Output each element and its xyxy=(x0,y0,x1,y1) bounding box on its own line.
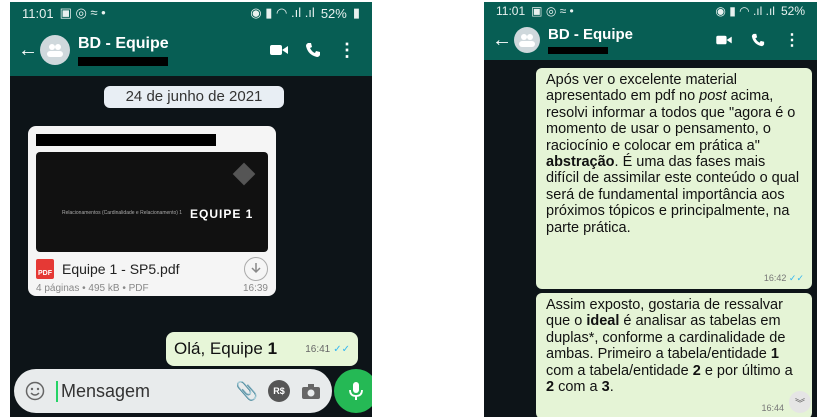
document-meta: 4 páginas • 495 kB • PDF xyxy=(36,283,149,294)
chat-title[interactable]: BD - Equipe xyxy=(548,26,707,43)
group-avatar[interactable] xyxy=(514,27,540,53)
document-file-row[interactable]: PDF Equipe 1 - SP5.pdf xyxy=(36,256,268,282)
outgoing-text: Olá, Equipe 1 xyxy=(174,339,278,358)
phone-call-icon[interactable] xyxy=(296,42,330,58)
redacted-subtitle xyxy=(548,47,608,54)
message-input-bar[interactable]: Mensagem 📎 R$ xyxy=(14,369,332,413)
read-checks-icon: ✓✓ xyxy=(333,343,350,355)
preview-small-text: Relacionamentos (Cardinalidade e Relacio… xyxy=(62,210,183,216)
payment-icon[interactable]: R$ xyxy=(268,380,290,402)
group-avatar[interactable] xyxy=(40,35,70,65)
scroll-down-icon[interactable]: ︾ xyxy=(789,391,811,413)
battery-icon: ▮ xyxy=(352,5,360,20)
left-phone-screen: 11:01 ▣ ◎ ≈ • ◉ ▮ ◠ .ıl .ıl 52% ▮ ← BD -… xyxy=(10,2,372,417)
phone-call-icon[interactable] xyxy=(741,33,775,47)
message-time: 16:42 xyxy=(763,272,787,283)
document-file-name: Equipe 1 - SP5.pdf xyxy=(62,261,180,277)
date-chip: 24 de junho de 2021 xyxy=(104,86,284,108)
message-input[interactable]: Mensagem xyxy=(56,380,226,402)
attach-clip-icon[interactable]: 📎 xyxy=(236,380,258,402)
notification-icons: ▣ ◎ ≈ • xyxy=(59,5,106,20)
document-preview[interactable]: Relacionamentos (Cardinalidade e Relacio… xyxy=(36,152,268,252)
signal-icons: ◉ ▮ ◠ .ıl .ıl xyxy=(250,5,315,20)
group-icon xyxy=(47,44,63,57)
status-bar: 11:01 ▣ ◎ ≈ • ◉ ▮ ◠ .ıl .ıl 52% xyxy=(484,2,817,20)
outgoing-message[interactable]: Olá, Equipe 1 16:41 ✓✓ xyxy=(166,332,358,366)
message-text: Após ver o excelente material apresentad… xyxy=(546,72,800,236)
status-time: 11:01 xyxy=(22,5,54,21)
chat-title[interactable]: BD - Equipe xyxy=(78,35,262,53)
read-checks-icon: ✓✓ xyxy=(788,272,804,283)
outgoing-message-1[interactable]: Após ver o excelente material apresentad… xyxy=(536,68,812,289)
redacted-subtitle xyxy=(78,56,168,66)
chat-area: 24 de junho de 2021 Relacionamentos (Car… xyxy=(10,76,372,417)
outgoing-time: 16:41 xyxy=(305,343,331,355)
status-time: 11:01 xyxy=(496,4,526,18)
download-icon[interactable] xyxy=(244,257,268,281)
pdf-icon: PDF xyxy=(36,259,54,279)
back-arrow-icon[interactable]: ← xyxy=(492,29,512,52)
battery-level: 52% xyxy=(780,4,805,18)
outgoing-message-2[interactable]: Assim exposto, gostaria de ressalvar que… xyxy=(536,293,812,417)
document-time: 16:39 xyxy=(242,283,268,294)
redacted-sender xyxy=(36,134,216,146)
message-text: Assim exposto, gostaria de ressalvar que… xyxy=(546,297,793,396)
diamond-icon xyxy=(232,162,256,186)
group-icon xyxy=(519,34,535,47)
video-call-icon[interactable] xyxy=(262,43,296,57)
document-message[interactable]: Relacionamentos (Cardinalidade e Relacio… xyxy=(28,126,276,296)
camera-icon[interactable] xyxy=(300,380,322,402)
chat-area: Após ver o excelente material apresentad… xyxy=(484,60,817,417)
mic-icon xyxy=(349,382,363,400)
menu-dots-icon[interactable]: ⋮ xyxy=(330,40,364,61)
status-bar: 11:01 ▣ ◎ ≈ • ◉ ▮ ◠ .ıl .ıl 52% ▮ xyxy=(10,2,372,24)
right-phone-screen: 11:01 ▣ ◎ ≈ • ◉ ▮ ◠ .ıl .ıl 52% ← BD - E… xyxy=(484,2,817,417)
battery-level: 52% xyxy=(320,5,347,21)
message-time: 16:44 xyxy=(761,402,784,413)
notification-icons: ▣ ◎ ≈ • xyxy=(531,4,574,18)
preview-title: EQUIPE 1 xyxy=(190,207,254,221)
chat-header: ← BD - Equipe ⋮ xyxy=(484,20,817,60)
signal-icons: ◉ ▮ ◠ .ıl .ıl xyxy=(715,4,775,18)
menu-dots-icon[interactable]: ⋮ xyxy=(775,30,809,50)
emoji-icon[interactable] xyxy=(24,380,46,402)
back-arrow-icon[interactable]: ← xyxy=(18,39,38,62)
mic-button[interactable] xyxy=(334,369,372,413)
video-call-icon[interactable] xyxy=(707,34,741,46)
chat-header: ← BD - Equipe ⋮ xyxy=(10,24,372,76)
